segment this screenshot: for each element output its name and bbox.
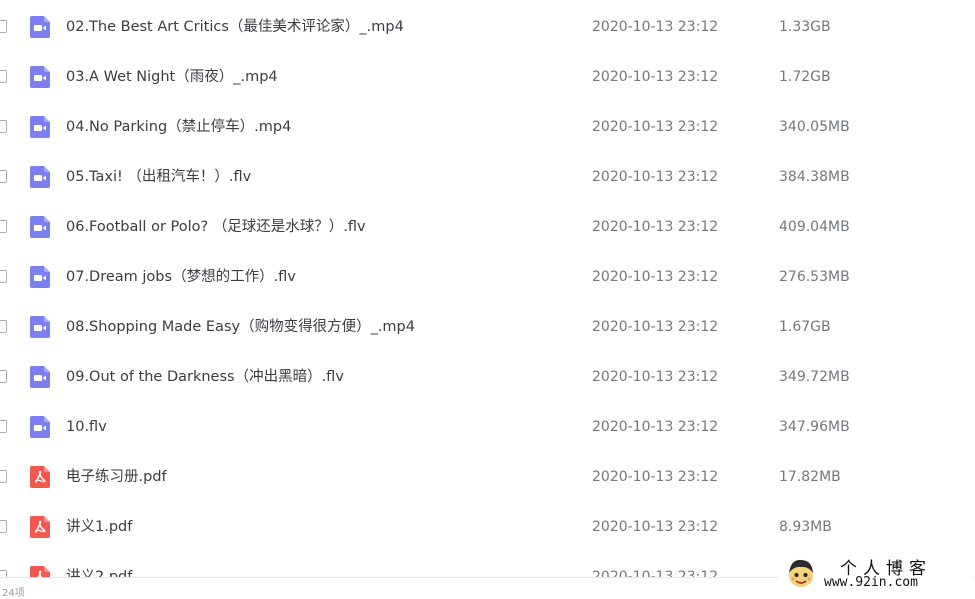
- file-size: 1.33GB: [779, 19, 831, 35]
- row-checkbox[interactable]: [0, 370, 7, 383]
- row-checkbox[interactable]: [0, 320, 7, 333]
- file-name[interactable]: 03.A Wet Night（雨夜）_.mp4: [66, 67, 278, 87]
- file-modified-date: 2020-10-13 23:12: [592, 69, 719, 85]
- file-modified-date: 2020-10-13 23:12: [592, 469, 719, 485]
- video-file-icon: [30, 116, 50, 138]
- video-file-icon: [30, 16, 50, 38]
- file-modified-date: 2020-10-13 23:12: [592, 19, 719, 35]
- row-checkbox[interactable]: [0, 570, 7, 577]
- file-name[interactable]: 07.Dream jobs（梦想的工作）.flv: [66, 267, 296, 287]
- file-name[interactable]: 04.No Parking（禁止停车）.mp4: [66, 117, 291, 137]
- row-checkbox[interactable]: [0, 270, 7, 283]
- pdf-file-icon: [30, 466, 50, 488]
- file-modified-date: 2020-10-13 23:12: [592, 119, 719, 135]
- row-checkbox[interactable]: [0, 470, 7, 483]
- watermark-url: www.92in.com: [824, 575, 918, 590]
- file-size: 409.04MB: [779, 219, 850, 235]
- video-file-icon: [30, 216, 50, 238]
- file-modified-date: 2020-10-13 23:12: [592, 219, 719, 235]
- row-checkbox[interactable]: [0, 420, 7, 433]
- file-size: 1.72GB: [779, 69, 831, 85]
- file-row[interactable]: 04.No Parking（禁止停车）.mp4 2020-10-13 23:12 3…: [0, 102, 975, 152]
- video-file-icon: [30, 66, 50, 88]
- pdf-file-icon: [30, 566, 50, 577]
- file-modified-date: 2020-10-13 23:12: [592, 519, 719, 535]
- video-file-icon: [30, 366, 50, 388]
- blog-watermark: 个人博客 www.92in.com: [778, 553, 974, 593]
- file-row[interactable]: 03.A Wet Night（雨夜）_.mp4 2020-10-13 23:12 1…: [0, 52, 975, 102]
- video-file-icon: [30, 416, 50, 438]
- file-modified-date: 2020-10-13 23:12: [592, 419, 719, 435]
- file-name[interactable]: 讲义1.pdf: [66, 517, 132, 537]
- file-size: 17.82MB: [779, 469, 841, 485]
- row-checkbox[interactable]: [0, 520, 7, 533]
- row-checkbox[interactable]: [0, 170, 7, 183]
- file-modified-date: 2020-10-13 23:12: [592, 569, 719, 577]
- file-name[interactable]: 02.The Best Art Critics（最佳美术评论家）_.mp4: [66, 17, 404, 37]
- file-row[interactable]: 10.flv 2020-10-13 23:12 347.96MB: [0, 402, 975, 452]
- file-row[interactable]: 07.Dream jobs（梦想的工作）.flv 2020-10-13 23:12…: [0, 252, 975, 302]
- video-file-icon: [30, 316, 50, 338]
- row-checkbox[interactable]: [0, 120, 7, 133]
- file-list: 02.The Best Art Critics（最佳美术评论家）_.mp4 202…: [0, 2, 975, 577]
- file-name[interactable]: 08.Shopping Made Easy（购物变得很方便）_.mp4: [66, 317, 415, 337]
- file-name[interactable]: 06.Football or Polo? （足球还是水球？）.flv: [66, 217, 366, 237]
- video-file-icon: [30, 266, 50, 288]
- file-size: 276.53MB: [779, 269, 850, 285]
- file-row[interactable]: 02.The Best Art Critics（最佳美术评论家）_.mp4 202…: [0, 2, 975, 52]
- file-size: 1.67GB: [779, 319, 831, 335]
- file-size: 347.96MB: [779, 419, 850, 435]
- file-name[interactable]: 讲义2.pdf: [66, 567, 132, 577]
- file-modified-date: 2020-10-13 23:12: [592, 369, 719, 385]
- file-row[interactable]: 讲义1.pdf 2020-10-13 23:12 8.93MB: [0, 502, 975, 552]
- row-checkbox[interactable]: [0, 70, 7, 83]
- file-modified-date: 2020-10-13 23:12: [592, 319, 719, 335]
- file-name[interactable]: 电子练习册.pdf: [66, 467, 167, 487]
- file-size: 349.72MB: [779, 369, 850, 385]
- row-checkbox[interactable]: [0, 20, 7, 33]
- item-count: 24项: [2, 588, 25, 599]
- file-name[interactable]: 10.flv: [66, 417, 107, 437]
- avatar-icon: [789, 559, 813, 587]
- file-row[interactable]: 08.Shopping Made Easy（购物变得很方便）_.mp4 2020-…: [0, 302, 975, 352]
- file-size: 384.38MB: [779, 169, 850, 185]
- pdf-file-icon: [30, 516, 50, 538]
- file-modified-date: 2020-10-13 23:12: [592, 169, 719, 185]
- file-row[interactable]: 06.Football or Polo? （足球还是水球？）.flv 2020-1…: [0, 202, 975, 252]
- row-checkbox[interactable]: [0, 220, 7, 233]
- video-file-icon: [30, 166, 50, 188]
- file-row[interactable]: 09.Out of the Darkness（冲出黑暗）.flv 2020-10-…: [0, 352, 975, 402]
- file-name[interactable]: 09.Out of the Darkness（冲出黑暗）.flv: [66, 367, 344, 387]
- file-size: 8.93MB: [779, 519, 832, 535]
- file-row[interactable]: 05.Taxi! （出租汽车！）.flv 2020-10-13 23:12 384.…: [0, 152, 975, 202]
- file-modified-date: 2020-10-13 23:12: [592, 269, 719, 285]
- file-name[interactable]: 05.Taxi! （出租汽车！）.flv: [66, 167, 251, 187]
- file-size: 340.05MB: [779, 119, 850, 135]
- file-row[interactable]: 电子练习册.pdf 2020-10-13 23:12 17.82MB: [0, 452, 975, 502]
